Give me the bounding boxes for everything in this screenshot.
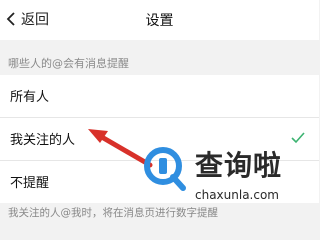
- watermark-domain: chaxunla.com: [195, 188, 279, 202]
- search-logo-icon: [144, 147, 186, 191]
- watermark: 查询啦 chaxunla.com: [135, 138, 310, 226]
- watermark-brand: 查询啦: [195, 149, 283, 182]
